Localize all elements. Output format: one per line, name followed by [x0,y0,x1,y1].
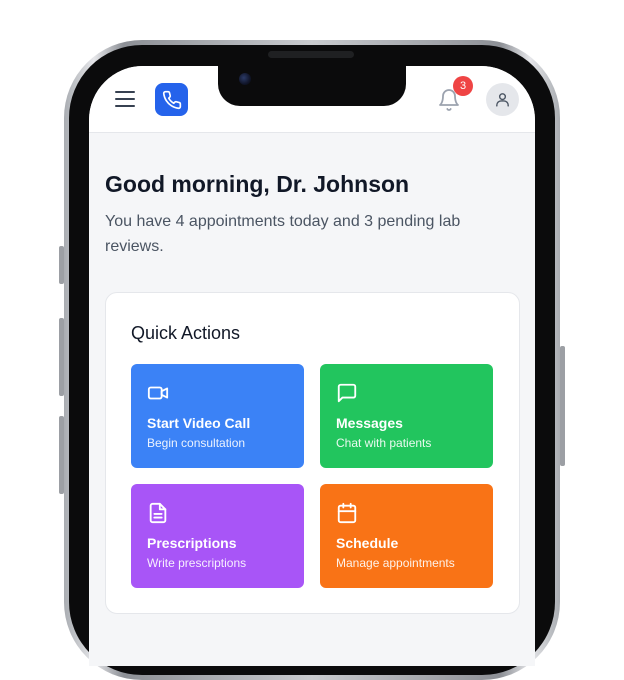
tile-label: Messages [336,415,403,431]
start-video-call-button[interactable]: Start Video Call Begin consultation [131,364,304,468]
schedule-button[interactable]: Schedule Manage appointments [320,484,493,588]
notification-badge: 3 [453,76,473,96]
phone-notch [218,66,406,106]
messages-button[interactable]: Messages Chat with patients [320,364,493,468]
phone-side-button [59,246,64,284]
greeting-summary: You have 4 appointments today and 3 pend… [105,213,461,255]
chat-bubble-icon [337,383,357,403]
quick-actions-title: Quick Actions [131,323,241,343]
tile-subtitle: Begin consultation [147,436,246,450]
tile-subtitle: Write prescriptions [147,556,247,570]
calendar-icon [337,502,357,524]
video-camera-icon [147,386,169,400]
quick-actions-card: Quick Actions Start Video Call Begin con… [105,292,520,614]
phone-side-button [59,416,64,494]
tile-label: Schedule [336,535,399,551]
phone-side-button [560,346,565,466]
user-avatar[interactable] [486,83,519,116]
tile-label: Start Video Call [147,415,251,431]
phone-side-button [59,318,64,396]
app-logo [155,83,188,116]
tile-subtitle: Chat with patients [336,436,432,450]
front-camera [239,73,251,85]
tile-subtitle: Manage appointments [336,556,455,570]
hamburger-menu-icon[interactable] [115,91,135,107]
phone-speaker [268,51,354,58]
prescriptions-button[interactable]: Prescriptions Write prescriptions [131,484,304,588]
app-screen: 3 Good morning, Dr. Johnson You have 4 a… [89,66,535,666]
tile-label: Prescriptions [147,535,237,551]
document-icon [149,502,167,524]
greeting-title: Good morning, Dr. Johnson [105,171,410,197]
user-icon [496,93,509,107]
phone-icon [162,90,181,109]
